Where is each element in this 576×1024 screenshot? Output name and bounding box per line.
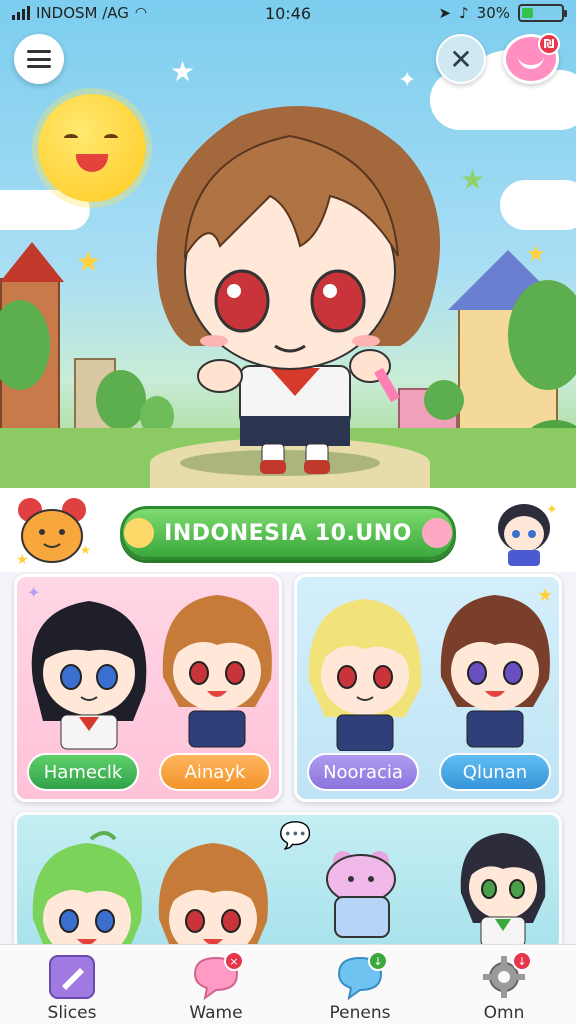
chibi-green-hair <box>32 831 142 949</box>
battery-level <box>522 8 534 18</box>
smile-bubble-icon <box>518 55 544 69</box>
gear-icon: ↓ <box>478 951 532 1001</box>
star-icon: ★ <box>76 245 102 278</box>
battery-icon <box>518 4 567 22</box>
cloud <box>500 180 576 230</box>
slices-icon <box>46 953 98 1001</box>
chibi-brown-hair <box>440 595 550 748</box>
mute-icon: ♪ <box>459 4 469 22</box>
message-icon: ↓ <box>334 951 388 1001</box>
hamburger-icon <box>27 50 51 68</box>
notification-badge: ₪ <box>538 33 560 55</box>
notification-badge: ↓ <box>512 951 532 971</box>
character-button-qlunan[interactable]: Qlunan <box>439 753 551 791</box>
character-card-blue[interactable]: ★ Nooracia Qlunan <box>294 574 562 802</box>
star-icon: ★ <box>170 55 196 88</box>
castle-roof <box>0 242 64 282</box>
carrier-name: INDOSM /AG <box>36 4 129 22</box>
bottom-navigation: Slices × Wame ↓ Penens ↓ Omn <box>0 944 576 1024</box>
nav-label-penens: Penens <box>329 1003 391 1023</box>
svg-text:✦: ✦ <box>546 502 558 518</box>
svg-text:★: ★ <box>16 552 29 568</box>
mini-chibi-mascot: ✦ <box>498 502 558 566</box>
banner-row: ★ ★ INDONESIA 10.UNO ✦ <box>0 488 576 572</box>
chibi-orange-hair <box>162 595 272 748</box>
nav-item-wame[interactable]: × Wame <box>144 945 288 1024</box>
star-icon: ★ <box>460 163 486 196</box>
chat-bubble-icon: × <box>190 951 244 1001</box>
main-chibi-character <box>156 106 440 474</box>
character-button-nooracia[interactable]: Nooracia <box>307 753 419 791</box>
wifi-icon: ◠ <box>134 5 148 21</box>
star-icon: ✦ <box>398 68 417 93</box>
battery-percent: 30% <box>476 4 510 22</box>
chibi-dark-hair-small <box>460 833 546 948</box>
chibi-black-hair <box>31 601 147 750</box>
character-card-pink[interactable]: ✦ Hameclk Ainayk <box>14 574 282 802</box>
chibi-auburn-hair <box>158 843 268 949</box>
speech-bubble-icon: 💬 <box>279 821 312 851</box>
character-button-ainayk[interactable]: Ainayk <box>159 753 271 791</box>
menu-button[interactable] <box>14 34 64 84</box>
hero-scene: ★ ✦ ★ ★ ★ ✕ ₪ <box>0 0 576 488</box>
nav-item-slices[interactable]: Slices <box>0 945 144 1024</box>
chibi-blonde-hair <box>308 599 422 751</box>
signal-icon <box>12 6 30 20</box>
svg-text:★: ★ <box>80 543 91 557</box>
location-icon: ➤ <box>438 4 452 22</box>
nav-item-penens[interactable]: ↓ Penens <box>288 945 432 1024</box>
clock: 10:46 <box>264 3 312 23</box>
status-bar: INDOSM /AG ◠ 10:46 ➤ ♪ 30% <box>0 0 576 26</box>
nav-label-omn: Omn <box>483 1003 525 1023</box>
messages-button[interactable]: ₪ <box>503 33 560 84</box>
banner-title: INDONESIA 10.UNO <box>164 520 412 546</box>
bear-mascot: ★ ★ <box>16 498 91 568</box>
title-banner[interactable]: INDONESIA 10.UNO <box>120 506 456 560</box>
close-icon: ✕ <box>449 42 473 76</box>
peach-icon <box>421 518 452 548</box>
notification-badge: × <box>224 951 244 971</box>
nav-label-slices: Slices <box>47 1003 97 1023</box>
chick-icon <box>124 518 155 548</box>
pink-bear-toy <box>326 851 396 938</box>
nav-item-omn[interactable]: ↓ Omn <box>432 945 576 1024</box>
notification-badge: ↓ <box>368 951 388 971</box>
character-button-hameclk[interactable]: Hameclk <box>27 753 139 791</box>
character-card-wide[interactable]: 💬 <box>14 812 562 952</box>
close-button[interactable]: ✕ <box>436 34 486 84</box>
nav-label-wame: Wame <box>189 1003 243 1023</box>
